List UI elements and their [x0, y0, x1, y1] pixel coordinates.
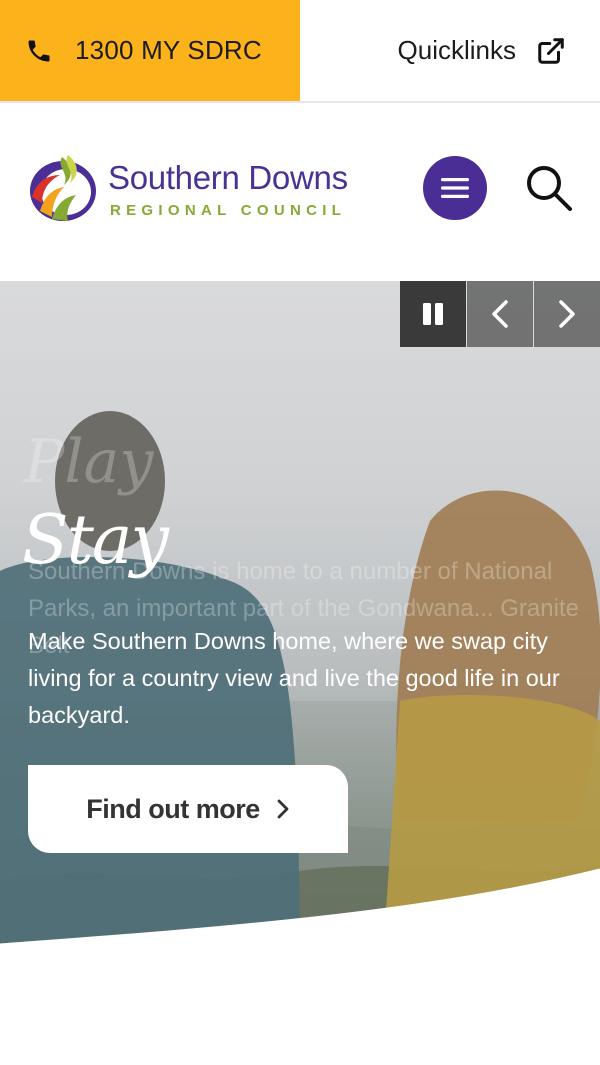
- prev-slide-button[interactable]: [467, 281, 533, 347]
- phone-icon: [28, 40, 50, 61]
- quicklinks-label: Quicklinks: [397, 35, 516, 65]
- phone-link[interactable]: 1300 MY SDRC: [0, 0, 300, 101]
- pause-icon: [423, 303, 443, 325]
- site-header: Southern Downs REGIONAL COUNCIL: [0, 103, 600, 281]
- slide-description: Make Southern Downs home, where we swap …: [28, 628, 560, 728]
- hamburger-icon: [441, 178, 469, 198]
- quicklinks-link[interactable]: Quicklinks: [398, 0, 566, 101]
- chevron-right-icon: [277, 799, 289, 819]
- hero-wave-divider: [0, 868, 600, 1000]
- external-link-icon: [538, 37, 564, 64]
- logo-mark-icon: [30, 155, 96, 221]
- slide-heading: Stay: [22, 501, 169, 580]
- logo-title: Southern Downs: [108, 159, 348, 196]
- phone-number: 1300 MY SDRC: [75, 35, 262, 65]
- utility-bar: 1300 MY SDRC Quicklinks: [0, 0, 600, 103]
- search-icon[interactable]: [524, 163, 574, 213]
- carousel-controls: [399, 281, 600, 347]
- next-slide-button[interactable]: [534, 281, 600, 347]
- cta-label: Find out more: [86, 793, 260, 824]
- previous-slide-heading: Play: [24, 427, 154, 497]
- chevron-right-icon: [559, 300, 575, 328]
- menu-button[interactable]: [423, 156, 487, 220]
- find-out-more-button[interactable]: Find out more: [28, 765, 348, 853]
- pause-button[interactable]: [400, 281, 466, 347]
- chevron-left-icon: [492, 300, 508, 328]
- council-logo[interactable]: Southern Downs REGIONAL COUNCIL: [26, 153, 371, 225]
- logo-subtitle: REGIONAL COUNCIL: [110, 202, 347, 219]
